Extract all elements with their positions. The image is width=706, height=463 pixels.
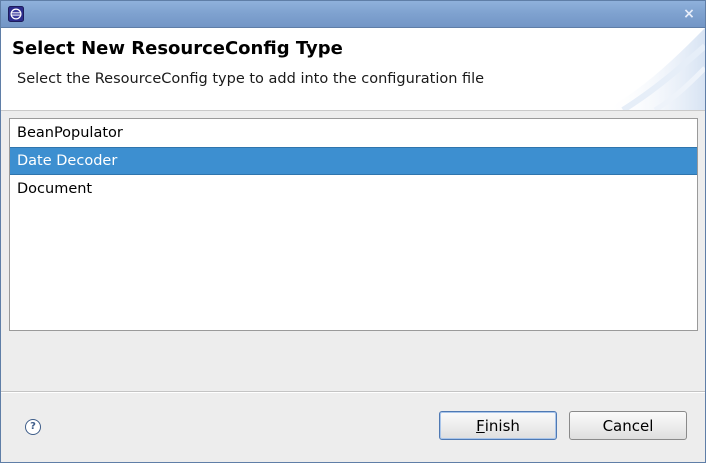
list-item[interactable]: BeanPopulator: [10, 119, 697, 147]
finish-mnemonic: F: [476, 416, 485, 435]
cancel-button[interactable]: Cancel: [569, 411, 687, 440]
finish-button[interactable]: Finish: [439, 411, 557, 440]
page-description: Select the ResourceConfig type to add in…: [17, 71, 485, 87]
banner-decoration: [605, 28, 705, 110]
page-title: Select New ResourceConfig Type: [12, 38, 343, 59]
footer-separator: [1, 391, 705, 393]
dialog-window: × Select New ResourceConfig Type Select …: [0, 0, 706, 463]
finish-label: inish: [484, 416, 520, 435]
wizard-banner: Select New ResourceConfig Type Select th…: [1, 28, 705, 111]
title-bar[interactable]: ×: [1, 1, 705, 28]
close-icon[interactable]: ×: [678, 4, 700, 24]
eclipse-app-icon: [8, 6, 24, 22]
list-item[interactable]: Date Decoder: [10, 147, 697, 175]
resource-type-list[interactable]: BeanPopulator Date Decoder Document: [9, 118, 698, 331]
help-icon[interactable]: ?: [25, 419, 41, 435]
list-item[interactable]: Document: [10, 175, 697, 203]
